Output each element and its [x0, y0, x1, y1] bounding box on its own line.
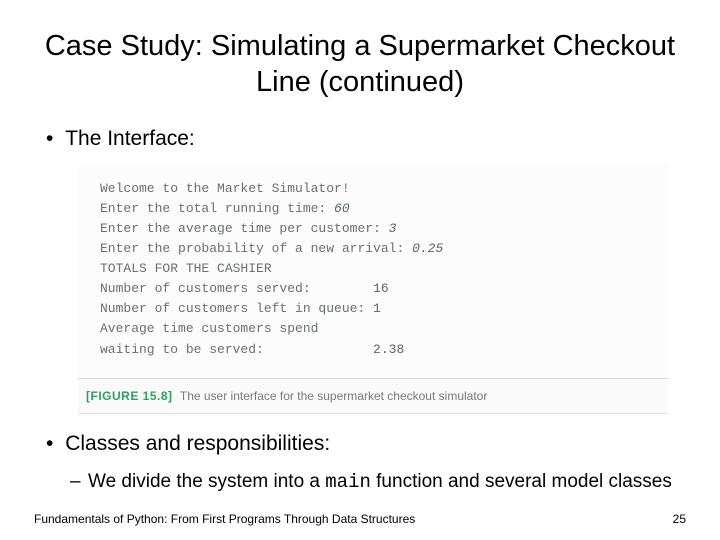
left-label: Number of customers left in queue: — [100, 299, 373, 319]
slide-content: Case Study: Simulating a Supermarket Che… — [0, 0, 720, 494]
page-title: Case Study: Simulating a Supermarket Che… — [34, 28, 686, 101]
sub-prefix: We divide the system into a — [88, 471, 325, 492]
served-value: 16 — [373, 279, 389, 299]
prompt-avg-time: Enter the average time per customer: — [100, 219, 389, 239]
footer-text: Fundamentals of Python: From First Progr… — [34, 512, 415, 526]
totals-header: TOTALS FOR THE CASHIER — [100, 259, 272, 279]
avg-line2-label: waiting to be served: — [100, 340, 373, 360]
prompt-running-time: Enter the total running time: — [100, 199, 334, 219]
sub-bullet-divide: We divide the system into a main functio… — [88, 470, 686, 495]
avg-line1: Average time customers spend — [100, 319, 318, 339]
figure-tag: [FIGURE 15.8] — [86, 389, 173, 403]
prompt-probability: Enter the probability of a new arrival: — [100, 239, 412, 259]
figure-caption: The user interface for the supermarket c… — [180, 389, 487, 403]
terminal-output: Welcome to the Market Simulator! Enter t… — [78, 165, 668, 379]
code-main: main — [325, 471, 371, 493]
bullet-classes: Classes and responsibilities: — [46, 432, 686, 456]
figure-box: Welcome to the Market Simulator! Enter t… — [78, 165, 668, 414]
terminal-welcome: Welcome to the Market Simulator! — [100, 179, 350, 199]
bullet-interface: The Interface: — [46, 127, 686, 151]
value-running-time: 60 — [334, 199, 350, 219]
figure-caption-row: [FIGURE 15.8] The user interface for the… — [78, 379, 668, 414]
served-label: Number of customers served: — [100, 279, 373, 299]
left-value: 1 — [373, 299, 381, 319]
sub-suffix: function and several model classes — [371, 471, 672, 492]
value-probability: 0.25 — [412, 239, 443, 259]
page-number: 25 — [673, 512, 686, 526]
footer: Fundamentals of Python: From First Progr… — [34, 512, 686, 526]
value-avg-time: 3 — [389, 219, 397, 239]
avg-line2-value: 2.38 — [373, 340, 404, 360]
